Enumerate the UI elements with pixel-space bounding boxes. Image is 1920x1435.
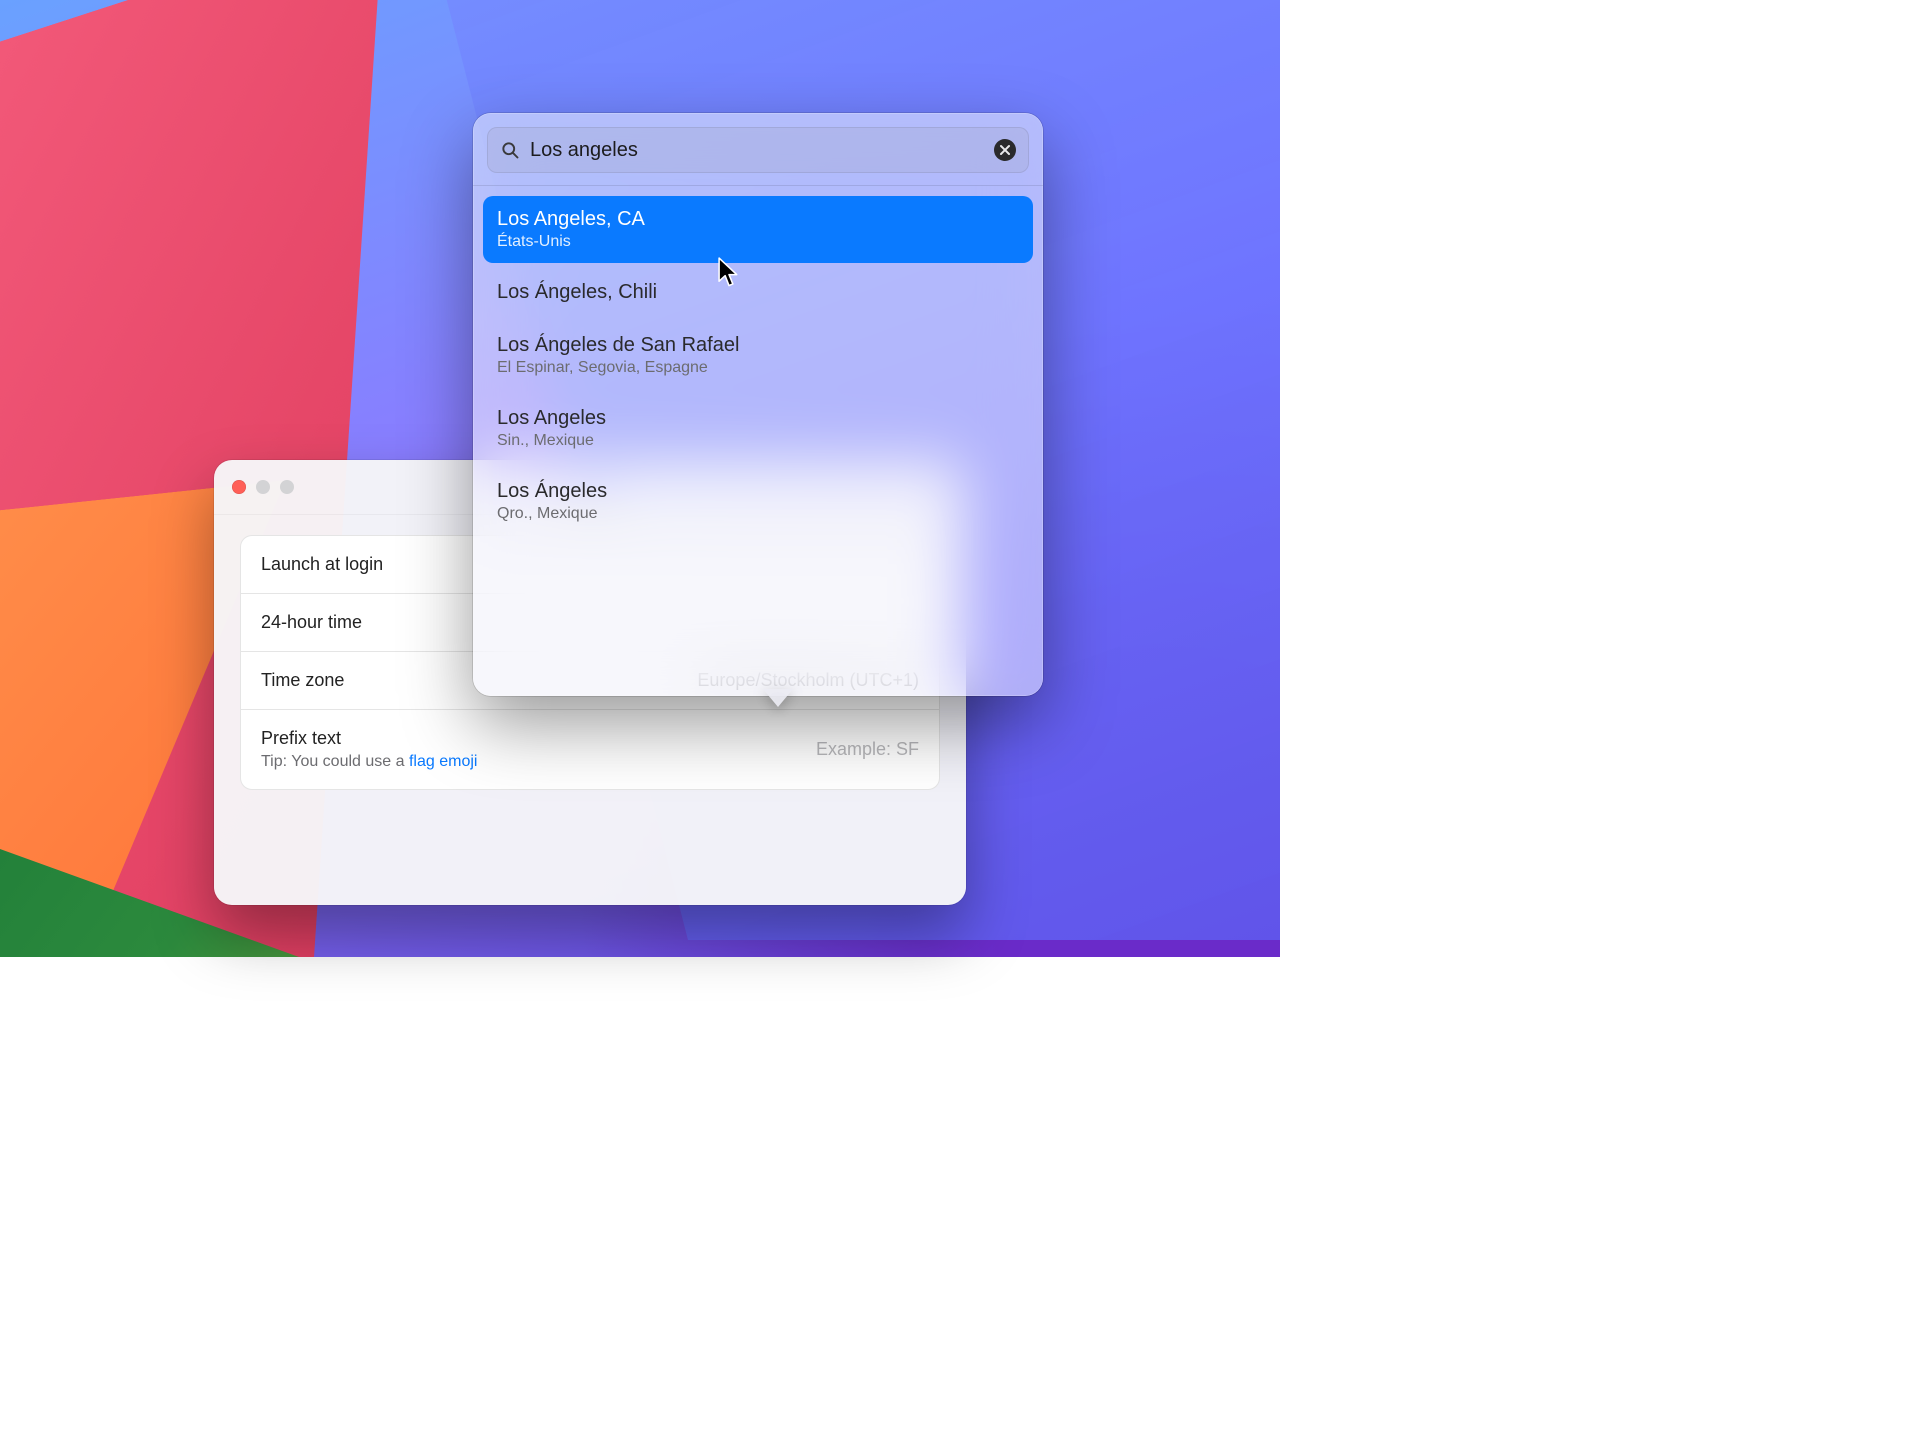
- popover-tail: [763, 689, 793, 707]
- row-prefix-text[interactable]: Prefix text Tip: You could use a flag em…: [241, 709, 939, 789]
- row-label: Time zone: [261, 670, 344, 691]
- result-primary: Los Angeles, CA: [497, 208, 1019, 231]
- row-label: Prefix text: [261, 728, 477, 749]
- prefix-text-placeholder: Example: SF: [816, 739, 919, 760]
- search-result[interactable]: Los Ángeles de San Rafael El Espinar, Seg…: [483, 322, 1033, 389]
- result-secondary: Qro., Mexique: [497, 505, 1019, 523]
- result-secondary: Sin., Mexique: [497, 432, 1019, 450]
- result-primary: Los Ángeles, Chili: [497, 281, 1019, 304]
- result-secondary: El Espinar, Segovia, Espagne: [497, 359, 1019, 377]
- timezone-search-popover: Los Angeles, CA États-Unis Los Ángeles, Ch…: [473, 113, 1043, 696]
- search-result[interactable]: Los Ángeles Qro., Mexique: [483, 468, 1033, 535]
- result-primary: Los Angeles: [497, 407, 1019, 430]
- search-icon: [500, 140, 520, 160]
- search-input[interactable]: [530, 139, 984, 162]
- search-field[interactable]: [487, 127, 1029, 173]
- clear-search-button[interactable]: [994, 139, 1016, 161]
- row-tip: Tip: You could use a flag emoji: [261, 753, 477, 771]
- search-result[interactable]: Los Angeles, CA États-Unis: [483, 196, 1033, 263]
- result-primary: Los Ángeles de San Rafael: [497, 334, 1019, 357]
- search-result[interactable]: Los Angeles Sin., Mexique: [483, 395, 1033, 462]
- tip-text: Tip: You could use a: [261, 753, 409, 770]
- search-result[interactable]: Los Ángeles, Chili: [483, 269, 1033, 316]
- window-controls: [232, 480, 294, 494]
- row-label: Launch at login: [261, 554, 383, 575]
- window-zoom-button[interactable]: [280, 480, 294, 494]
- row-label: 24-hour time: [261, 612, 362, 633]
- result-primary: Los Ángeles: [497, 480, 1019, 503]
- flag-emoji-link[interactable]: flag emoji: [409, 753, 477, 770]
- window-close-button[interactable]: [232, 480, 246, 494]
- result-secondary: États-Unis: [497, 233, 1019, 251]
- window-minimize-button[interactable]: [256, 480, 270, 494]
- search-field-container: [473, 113, 1043, 186]
- search-results: Los Angeles, CA États-Unis Los Ángeles, Ch…: [473, 186, 1043, 555]
